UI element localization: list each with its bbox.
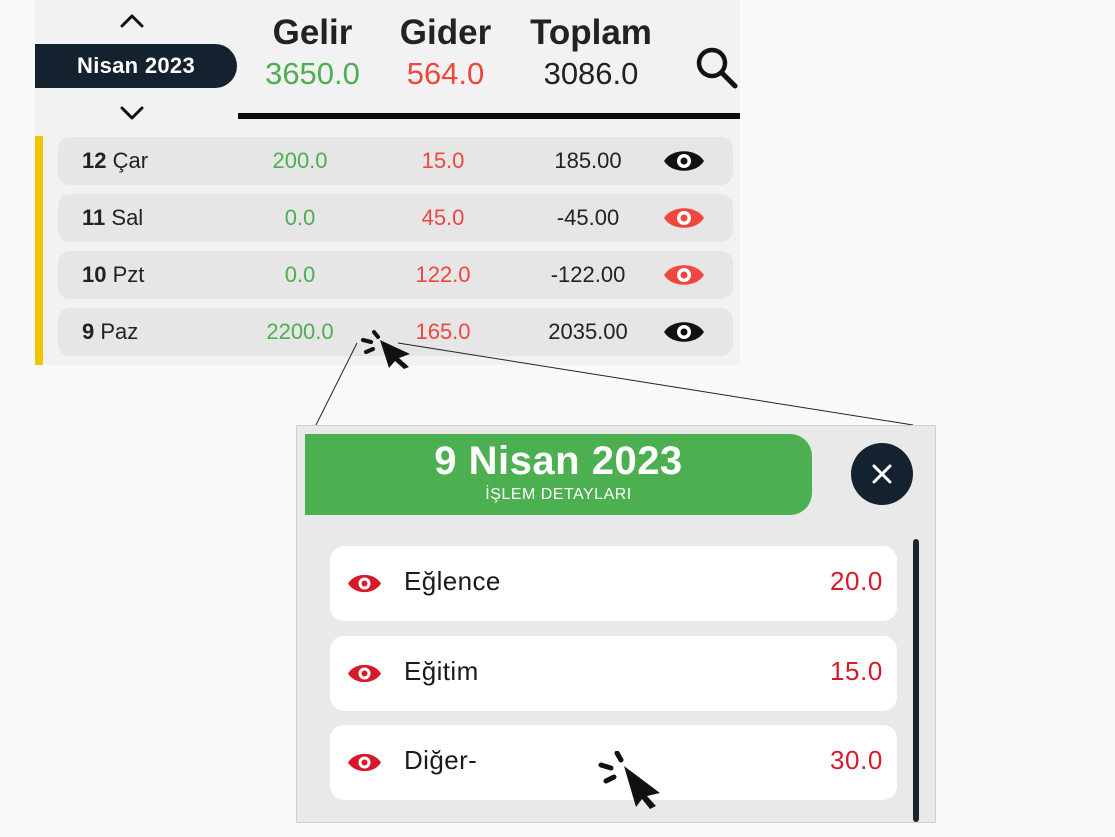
day-label: 9 Paz bbox=[82, 319, 139, 344]
chevron-up-icon[interactable] bbox=[117, 10, 147, 32]
detail-header: 9 Nisan 2023 İŞLEM DETAYLARI bbox=[305, 434, 812, 515]
transaction-amount: 15.0 bbox=[829, 656, 883, 686]
eye-icon[interactable] bbox=[347, 571, 382, 596]
transaction-row[interactable]: Eğlence 20.0 bbox=[330, 546, 897, 621]
net-total: 3086.0 bbox=[543, 56, 639, 91]
pointer-cursor-icon bbox=[358, 328, 418, 370]
net-summary: Toplam 3086.0 bbox=[517, 12, 665, 92]
budget-app-view: Nisan 2023 Gelir 3650.0 Gider 564.0 Topl… bbox=[35, 0, 740, 365]
transaction-category: Eğitim bbox=[404, 656, 479, 686]
close-icon bbox=[872, 464, 892, 484]
day-row[interactable]: 10 Pzt 0.0 122.0 -122.00 bbox=[58, 251, 733, 299]
eye-icon[interactable] bbox=[662, 261, 706, 289]
day-income: 200.0 bbox=[272, 148, 328, 173]
day-label: 12 Çar bbox=[82, 148, 149, 173]
day-income: 0.0 bbox=[284, 205, 316, 230]
transaction-amount: 20.0 bbox=[829, 566, 883, 596]
detail-subtitle: İŞLEM DETAYLARI bbox=[485, 486, 632, 503]
search-icon[interactable] bbox=[693, 44, 741, 92]
day-expense: 45.0 bbox=[421, 205, 465, 230]
eye-icon[interactable] bbox=[347, 661, 382, 686]
expense-label: Gider bbox=[399, 13, 492, 52]
detail-date: 9 Nisan 2023 bbox=[434, 439, 683, 483]
day-total: -45.00 bbox=[556, 205, 620, 230]
day-total: -122.00 bbox=[550, 262, 626, 287]
transaction-row[interactable]: Eğitim 15.0 bbox=[330, 636, 897, 711]
day-row[interactable]: 11 Sal 0.0 45.0 -45.00 bbox=[58, 194, 733, 242]
expense-total: 564.0 bbox=[406, 56, 485, 91]
day-row[interactable]: 12 Çar 200.0 15.0 185.00 bbox=[58, 137, 733, 185]
income-total: 3650.0 bbox=[265, 56, 360, 91]
chevron-down-icon[interactable] bbox=[117, 102, 147, 124]
eye-icon[interactable] bbox=[347, 750, 382, 775]
eye-icon[interactable] bbox=[662, 204, 706, 232]
close-button[interactable] bbox=[851, 443, 913, 505]
day-label: 11 Sal bbox=[82, 205, 144, 230]
current-month-label[interactable]: Nisan 2023 bbox=[35, 44, 237, 88]
income-label: Gelir bbox=[272, 13, 353, 52]
net-label: Toplam bbox=[530, 13, 652, 52]
day-expense: 122.0 bbox=[415, 262, 471, 287]
transaction-amount: 30.0 bbox=[829, 745, 883, 775]
transaction-category: Diğer- bbox=[404, 745, 478, 775]
day-label: 10 Pzt bbox=[82, 262, 145, 287]
header-divider bbox=[238, 113, 740, 119]
week-accent-bar bbox=[35, 136, 43, 365]
month-navigator: Nisan 2023 bbox=[35, 0, 238, 130]
scrollbar[interactable] bbox=[913, 539, 919, 822]
eye-icon[interactable] bbox=[662, 318, 706, 346]
day-expense: 15.0 bbox=[421, 148, 465, 173]
income-summary: Gelir 3650.0 bbox=[250, 12, 375, 92]
transaction-category: Eğlence bbox=[404, 566, 501, 596]
eye-icon[interactable] bbox=[662, 147, 706, 175]
day-income: 0.0 bbox=[284, 262, 316, 287]
day-total: 185.00 bbox=[554, 148, 622, 173]
day-total: 2035.00 bbox=[548, 319, 628, 344]
expense-summary: Gider 564.0 bbox=[383, 12, 508, 92]
pointer-cursor-icon bbox=[598, 751, 664, 809]
day-income: 2200.0 bbox=[266, 319, 334, 344]
